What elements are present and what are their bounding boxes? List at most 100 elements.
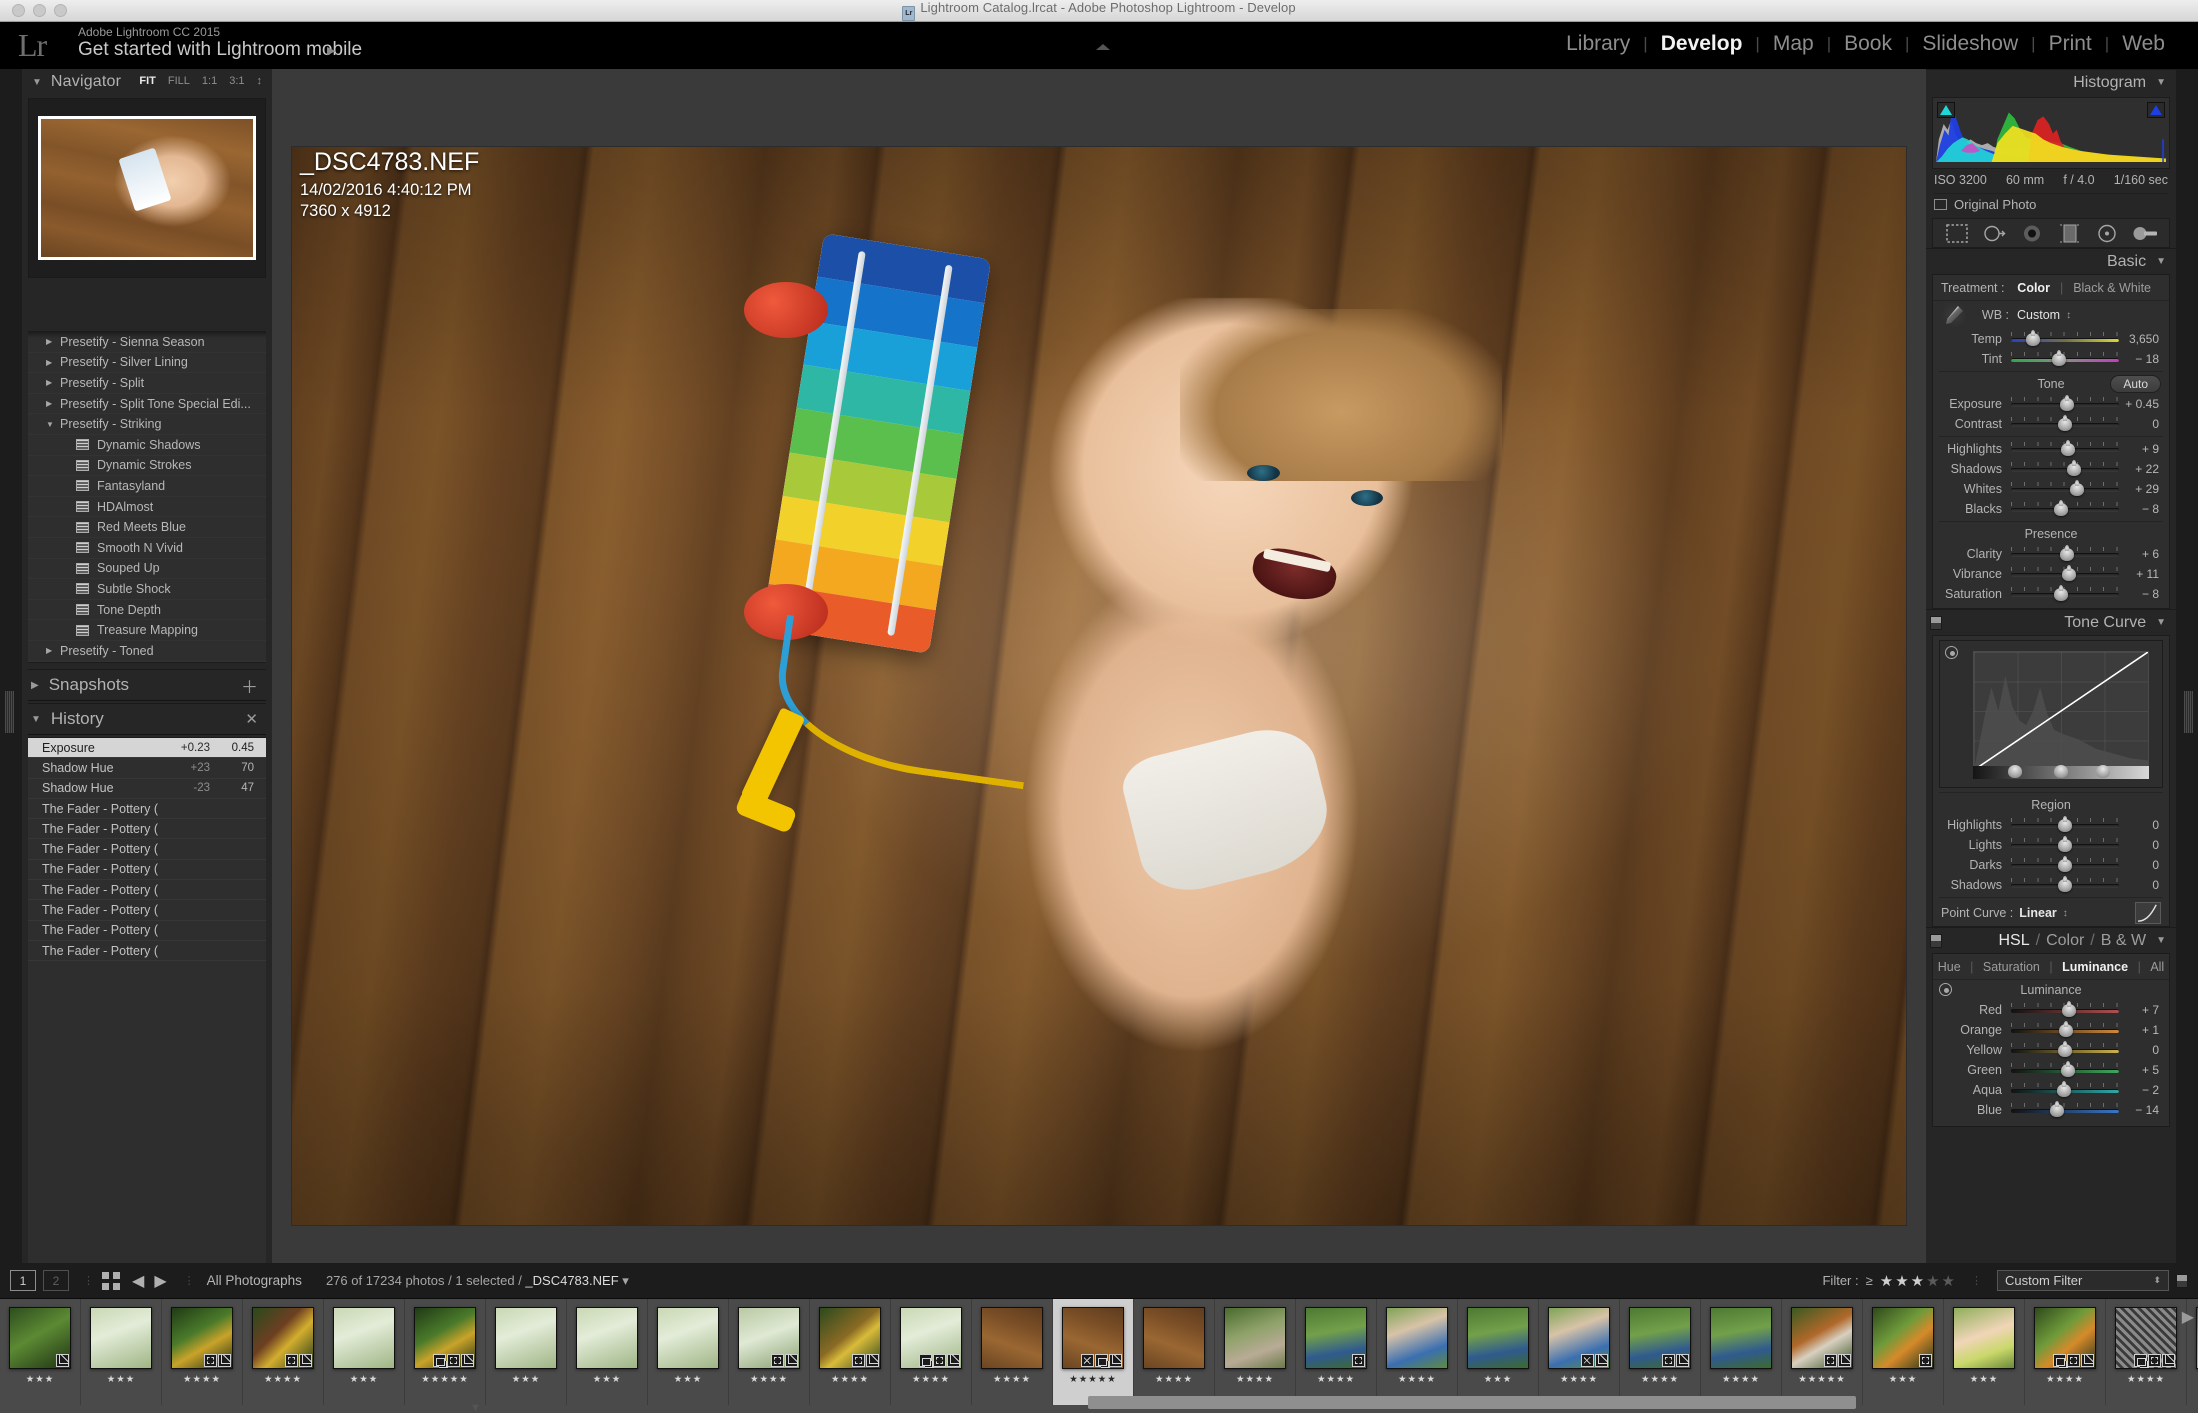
- filmstrip-thumbnail[interactable]: ★★★★: [1539, 1299, 1620, 1405]
- tint-slider-knob[interactable]: [2051, 350, 2066, 366]
- histogram-graph[interactable]: [1932, 97, 2170, 169]
- filmstrip-thumbnail[interactable]: ★★★★: [1215, 1299, 1296, 1405]
- module-slideshow[interactable]: Slideshow: [1909, 32, 2031, 56]
- region-shadows-slider-track[interactable]: [2011, 876, 2119, 892]
- filter-preset-select[interactable]: Custom Filter ⬍: [1997, 1270, 2169, 1291]
- edit-badge-icon[interactable]: [866, 1354, 879, 1367]
- region-darks-value[interactable]: 0: [2119, 858, 2163, 872]
- exposure-value[interactable]: + 0.45: [2119, 397, 2163, 411]
- filmstrip-thumbnail[interactable]: ★★★★: [1134, 1299, 1215, 1405]
- edit-badge-icon[interactable]: [1109, 1354, 1122, 1367]
- history-row[interactable]: The Fader - Pottery (50%): [28, 900, 266, 921]
- presets-list[interactable]: ▶ Presetify - Sienna Season ▶ Presetify - S…: [28, 331, 266, 663]
- preset-group-disclosure-icon[interactable]: ▶: [46, 358, 60, 367]
- thumbnail-rating[interactable]: ★★★: [1970, 1374, 1999, 1385]
- navigator-preview[interactable]: [28, 98, 266, 278]
- tone-curve-header[interactable]: Tone Curve ▼: [1926, 609, 2176, 635]
- grid-view-icon[interactable]: [102, 1271, 120, 1290]
- crop-badge-icon[interactable]: [2148, 1354, 2161, 1367]
- left-panel-grip[interactable]: [5, 691, 14, 733]
- main-window-button[interactable]: 1: [10, 1270, 36, 1291]
- filmstrip-thumbnail[interactable]: ★★★★: [810, 1299, 891, 1405]
- shadows-slider-row[interactable]: Shadows + 22: [1933, 459, 2169, 479]
- highlights-slider-knob[interactable]: [2061, 440, 2076, 456]
- region-darks-slider-row[interactable]: Darks 0: [1933, 855, 2169, 875]
- region-highlights-slider-row[interactable]: Highlights 0: [1933, 815, 2169, 835]
- histogram-header[interactable]: Histogram ▼: [1926, 69, 2176, 95]
- shadow-clipping-indicator[interactable]: [1937, 102, 1955, 118]
- saturation-value[interactable]: − 8: [2119, 587, 2163, 601]
- thumbnail-rating[interactable]: ★★★★: [1560, 1374, 1598, 1385]
- whites-value[interactable]: + 29: [2119, 482, 2163, 496]
- exposure-slider-knob[interactable]: [2060, 395, 2075, 411]
- luminance-aqua-slider-track[interactable]: [2011, 1081, 2119, 1097]
- luminance-red-slider-track[interactable]: [2011, 1001, 2119, 1017]
- thumbnail-rating[interactable]: ★★★: [593, 1374, 622, 1385]
- luminance-green-slider-knob[interactable]: [2061, 1061, 2076, 1077]
- snapshots-header[interactable]: ▶ Snapshots ＋: [28, 669, 266, 701]
- whites-slider-track[interactable]: [2011, 480, 2119, 496]
- crop-badge-icon[interactable]: [1824, 1354, 1837, 1367]
- filter-star-rating[interactable]: ★★★★★: [1880, 1272, 1957, 1290]
- luminance-blue-slider-knob[interactable]: [2050, 1101, 2065, 1117]
- thumbnail-rating[interactable]: ★★★★: [1317, 1374, 1355, 1385]
- tone-curve-split-handle[interactable]: [2008, 765, 2023, 778]
- edit-badge-icon[interactable]: [2081, 1354, 2094, 1367]
- basic-panel-header[interactable]: Basic ▼: [1926, 248, 2176, 274]
- highlight-clipping-indicator[interactable]: [2147, 102, 2165, 118]
- filmstrip-thumbnail[interactable]: ★★★★: [1296, 1299, 1377, 1405]
- thumbnail-rating[interactable]: ★★★★: [1398, 1374, 1436, 1385]
- filmstrip-next-icon[interactable]: ▶: [2182, 1307, 2194, 1327]
- preset-item[interactable]: Dynamic Strokes: [28, 456, 266, 477]
- edit-badge-icon[interactable]: [785, 1354, 798, 1367]
- preset-group-disclosure-icon[interactable]: ▶: [46, 399, 60, 408]
- filmstrip-thumbnail[interactable]: ★★★★★: [405, 1299, 486, 1405]
- hsl-panel-header[interactable]: HSL / Color / B & W ▼: [1926, 927, 2176, 953]
- crop-badge-icon[interactable]: [1919, 1354, 1932, 1367]
- vkey-badge-icon[interactable]: [1581, 1354, 1594, 1367]
- region-lights-slider-knob[interactable]: [2058, 836, 2072, 852]
- right-panel-edge[interactable]: [2176, 69, 2198, 1355]
- filmstrip-thumbnail[interactable]: ★★★★: [1620, 1299, 1701, 1405]
- region-highlights-value[interactable]: 0: [2119, 818, 2163, 832]
- luminance-green-slider-track[interactable]: [2011, 1061, 2119, 1077]
- filmstrip-thumbnail[interactable]: ★★★: [1458, 1299, 1539, 1405]
- thumbnail-rating[interactable]: ★★★★: [831, 1374, 869, 1385]
- region-lights-slider-row[interactable]: Lights 0: [1933, 835, 2169, 855]
- filmstrip-thumbnail[interactable]: ★★★: [486, 1299, 567, 1405]
- thumbnail-rating[interactable]: ★★★: [107, 1374, 136, 1385]
- zoom-mode-3-1[interactable]: 3:1: [229, 75, 244, 87]
- stack-badge-icon[interactable]: [1095, 1354, 1108, 1367]
- vibrance-slider-knob[interactable]: [2062, 565, 2077, 581]
- filmstrip-thumbnail[interactable]: ★★★★: [162, 1299, 243, 1405]
- history-disclosure-icon[interactable]: ▼: [31, 714, 41, 725]
- luminance-red-slider-row[interactable]: Red + 7: [1933, 1000, 2169, 1020]
- thumbnail-rating[interactable]: ★★★: [26, 1374, 55, 1385]
- top-panel-toggle-icon[interactable]: [1096, 44, 1110, 50]
- thumbnail-rating[interactable]: ★★★★★: [1798, 1374, 1846, 1385]
- luminance-yellow-slider-knob[interactable]: [2058, 1041, 2072, 1057]
- history-row[interactable]: The Fader - Pottery (100%): [28, 941, 266, 962]
- tab-hue[interactable]: Hue: [1938, 960, 1961, 974]
- crop-badge-icon[interactable]: [204, 1354, 217, 1367]
- thumbnail-rating[interactable]: ★★★★: [993, 1374, 1031, 1385]
- region-highlights-slider-knob[interactable]: [2058, 816, 2072, 832]
- tone-curve-plot[interactable]: [1973, 651, 2149, 771]
- luminance-blue-slider-row[interactable]: Blue − 14: [1933, 1100, 2169, 1120]
- thumbnail-rating[interactable]: ★★★: [1889, 1374, 1918, 1385]
- white-balance-selector-icon[interactable]: [1941, 302, 1967, 328]
- thumbnail-rating[interactable]: ★★★★: [264, 1374, 302, 1385]
- identity-arrow-icon[interactable]: ▶: [327, 44, 335, 57]
- color-title[interactable]: Color: [2046, 932, 2084, 950]
- edit-badge-icon[interactable]: [218, 1354, 231, 1367]
- region-shadows-slider-row[interactable]: Shadows 0: [1933, 875, 2169, 895]
- region-lights-slider-track[interactable]: [2011, 836, 2119, 852]
- crop-badge-icon[interactable]: [1352, 1354, 1365, 1367]
- zoom-mode-fit[interactable]: FIT: [139, 75, 156, 87]
- bw-title[interactable]: B & W: [2101, 932, 2146, 950]
- saturation-slider-row[interactable]: Saturation − 8: [1933, 584, 2169, 604]
- identity-title[interactable]: Get started with Lightroom mobile: [78, 39, 362, 61]
- blacks-value[interactable]: − 8: [2119, 502, 2163, 516]
- crop-badge-icon[interactable]: [1662, 1354, 1675, 1367]
- adjustment-brush-tool-icon[interactable]: [2132, 223, 2158, 244]
